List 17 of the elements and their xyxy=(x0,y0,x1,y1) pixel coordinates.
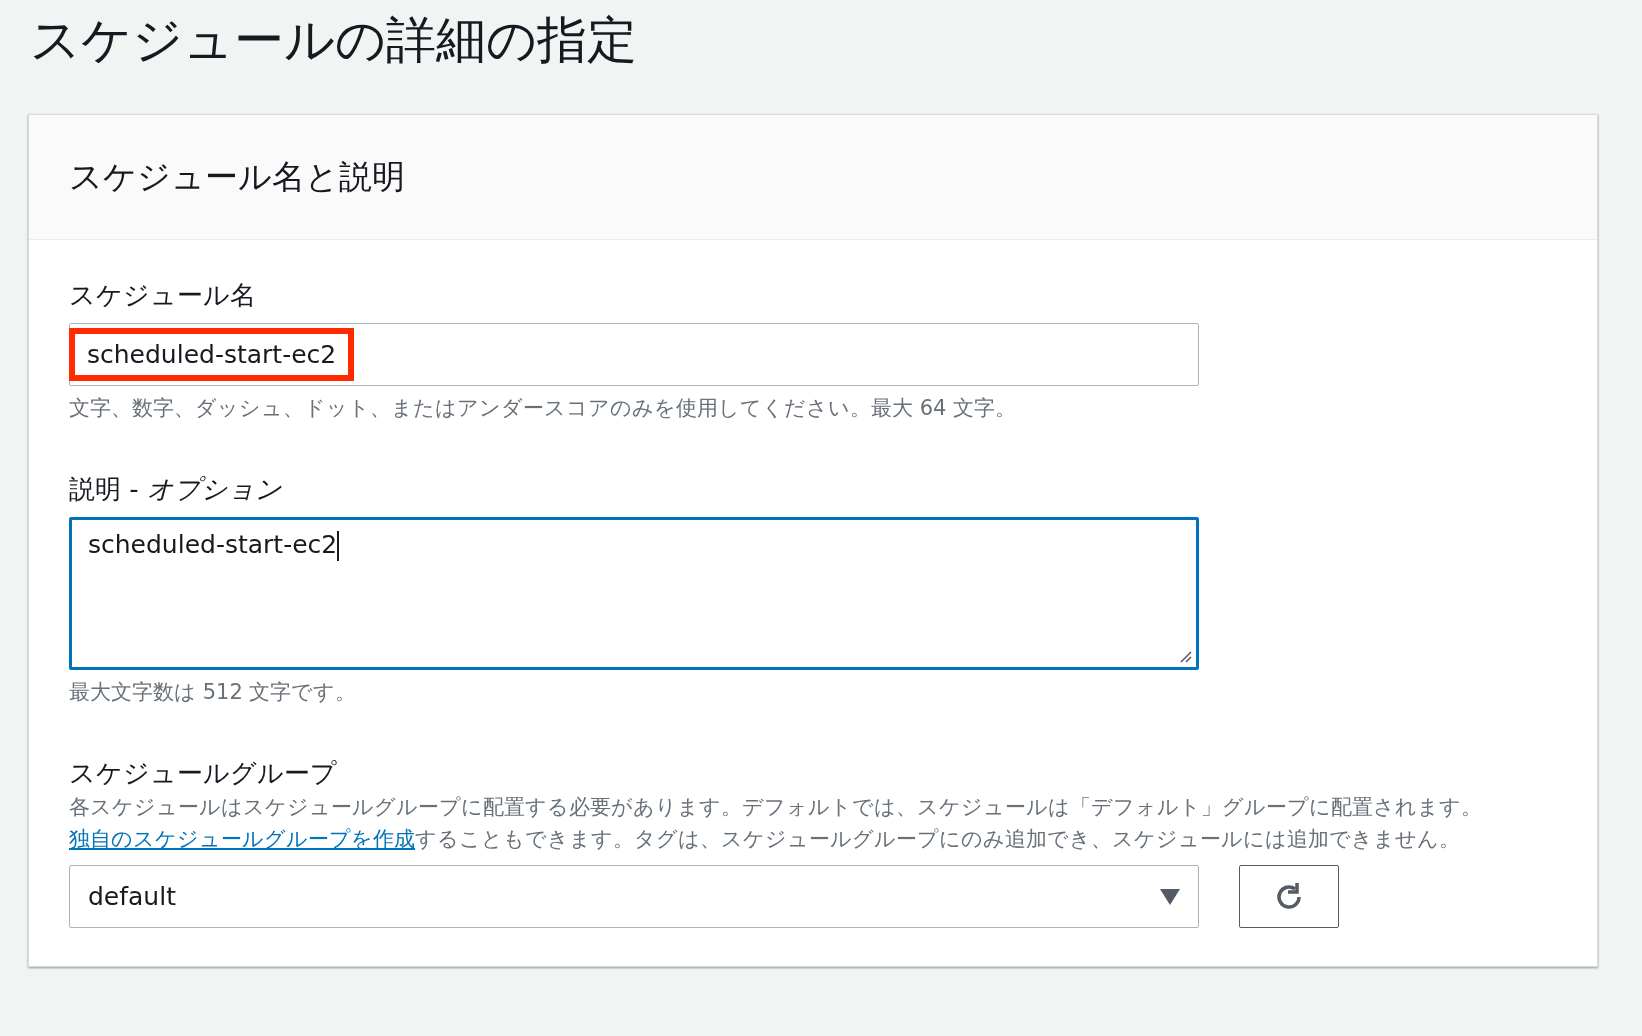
resize-grip-icon[interactable] xyxy=(1178,649,1192,663)
caret-down-icon xyxy=(1160,888,1180,905)
field-value: scheduled-start-ec2 xyxy=(88,530,340,561)
group-description: 各スケジュールはスケジュールグループに配置する必要があります。デフォルトでは、スケジュールは「デフォルト」グループに配置されます。 独自のスケジュールグループを作成することもできます。タグは、スケジュールグループにのみ追加でき、スケジュールには追加できません。 xyxy=(69,794,1483,853)
field-label: スケジュールグループ xyxy=(69,757,338,790)
card-title: スケジュール名と説明 xyxy=(69,155,405,198)
field-label: 説明 - オプション xyxy=(69,473,283,506)
description-textarea[interactable]: scheduled-start-ec2 xyxy=(69,517,1199,670)
field-value: scheduled-start-ec2 xyxy=(69,328,355,381)
field-label: スケジュール名 xyxy=(69,279,257,312)
field-hint: 最大文字数は 512 文字です。 xyxy=(69,679,358,706)
name-input-field[interactable]: scheduled-start-ec2 xyxy=(69,323,1199,386)
page-title: スケジュールの詳細の指定 xyxy=(30,10,638,71)
refresh-button[interactable] xyxy=(1239,865,1339,928)
create-group-link[interactable]: 独自のスケジュールグループを作成 xyxy=(69,827,415,851)
group-select[interactable]: default xyxy=(69,865,1199,928)
field-hint: 文字、数字、ダッシュ、ドット、またはアンダースコアのみを使用してください。最大 64 文字。 xyxy=(69,395,1018,422)
